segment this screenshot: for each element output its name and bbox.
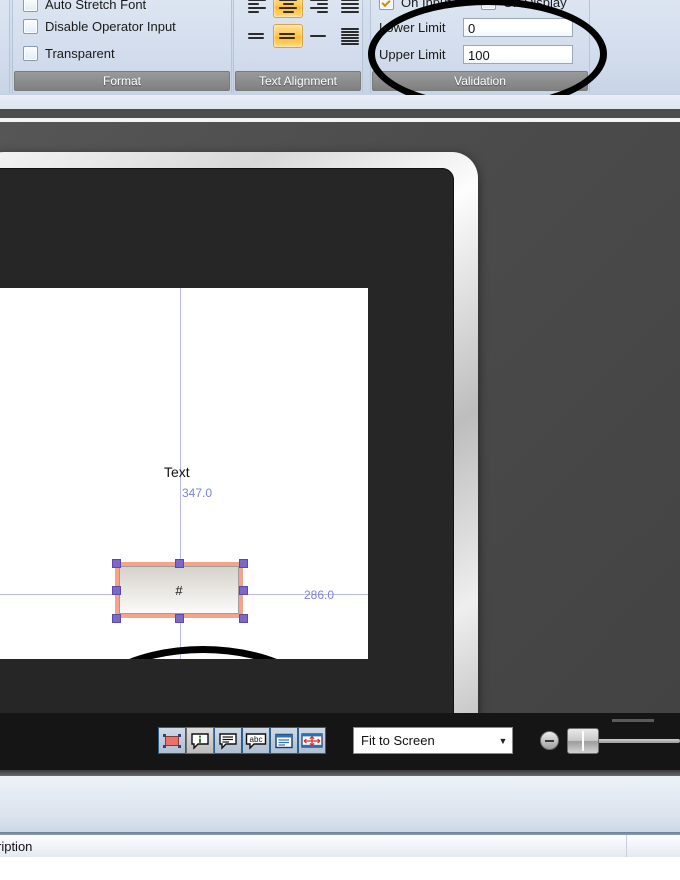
resize-handle-sw[interactable] (112, 614, 121, 623)
chevron-down-icon[interactable]: ▼ (494, 736, 512, 746)
show-screen-icon[interactable] (270, 727, 298, 754)
hmi-panel-device: Text 347.0 352.0 286.0 # (0, 152, 478, 713)
grid-column-header-description[interactable]: ription (0, 835, 627, 857)
zoom-slider-thumb[interactable] (567, 728, 599, 754)
on-input-checkbox-box[interactable] (379, 0, 394, 10)
ribbon-bottom-strip (0, 95, 680, 109)
screen-text-label[interactable]: Text (164, 464, 190, 480)
view-toggle-icon-group: abc (158, 727, 326, 754)
align-stretch-button[interactable] (335, 24, 365, 48)
align-right-icon (310, 0, 328, 13)
resize-handle-n[interactable] (175, 559, 184, 568)
annotation-ellipse-validation (368, 0, 607, 95)
screen-window-glyph (275, 733, 293, 748)
resize-handle-e[interactable] (239, 586, 248, 595)
zoom-level-value: Fit to Screen (361, 733, 435, 748)
checkbox-transparent[interactable]: Transparent (23, 42, 115, 64)
transparent-label: Transparent (45, 45, 115, 61)
disable-operator-input-checkbox-box[interactable] (23, 18, 38, 34)
ribbon-toolbar: Auto Stretch Font Disable Operator Input… (0, 0, 680, 95)
canvas-top-spacer (0, 109, 680, 118)
auto-stretch-font-label: Auto Stretch Font (45, 0, 147, 12)
checkbox-auto-stretch-font[interactable]: Auto Stretch Font (23, 0, 146, 15)
designer-canvas[interactable]: Text 347.0 352.0 286.0 # (0, 122, 680, 713)
show-object-frames-icon[interactable] (158, 727, 186, 754)
abc-balloon-glyph: abc (245, 732, 267, 750)
horizontal-alignment-row (242, 0, 365, 18)
alignment-arrows-glyph (301, 732, 323, 748)
zoom-level-select[interactable]: Fit to Screen ▼ (353, 727, 513, 754)
align-stretch-icon (341, 27, 359, 45)
zoom-slider-tick (612, 719, 654, 722)
text-alignment-group-title: Text Alignment (235, 71, 361, 91)
grid-column-header-label: ription (0, 838, 33, 854)
format-group-body: Auto Stretch Font Disable Operator Input… (13, 0, 231, 71)
align-top-button[interactable] (242, 24, 272, 48)
align-bottom-icon (310, 35, 328, 37)
auto-stretch-font-checkbox-box[interactable] (23, 0, 38, 12)
show-info-tooltips-icon[interactable] (186, 727, 214, 754)
object-frames-glyph (163, 733, 181, 748)
info-balloon-glyph (191, 732, 209, 750)
show-text-icon[interactable]: abc (242, 727, 270, 754)
dimension-top: 347.0 (182, 486, 213, 500)
hmi-screen[interactable]: Text 347.0 352.0 286.0 # (0, 288, 368, 659)
comment-balloon-glyph (219, 732, 237, 750)
zoom-out-button[interactable] (540, 731, 559, 750)
bottom-panel-area (0, 776, 680, 832)
align-middle-button[interactable] (273, 24, 303, 48)
align-right-button[interactable] (304, 0, 334, 18)
transparent-checkbox-box[interactable] (23, 45, 38, 61)
ribbon-group-text-alignment: Text Alignment (233, 0, 363, 93)
hmi-panel-bezel: Text 347.0 352.0 286.0 # (0, 168, 454, 713)
show-alignment-guides-icon[interactable] (298, 727, 326, 754)
annotation-ellipse-object (70, 646, 336, 659)
disable-operator-input-label: Disable Operator Input (45, 18, 176, 34)
resize-handle-s[interactable] (175, 614, 184, 623)
resize-handle-w[interactable] (112, 586, 121, 595)
align-justify-icon (341, 0, 359, 13)
checkbox-disable-operator-input[interactable]: Disable Operator Input (23, 15, 176, 37)
align-top-icon (248, 33, 266, 39)
text-alignment-group-body (234, 0, 362, 71)
align-bottom-button[interactable] (304, 24, 334, 48)
dimension-right: 286.0 (304, 588, 335, 602)
align-center-icon (279, 0, 297, 13)
resize-handle-ne[interactable] (239, 559, 248, 568)
align-justify-button[interactable] (335, 0, 365, 18)
format-group-title: Format (14, 71, 230, 91)
ribbon-group-format: Auto Stretch Font Disable Operator Input… (12, 0, 232, 93)
bottom-grid-header: ription (0, 835, 680, 858)
resize-handle-nw[interactable] (112, 559, 121, 568)
selected-numeric-object[interactable]: # (112, 559, 248, 623)
resize-handle-se[interactable] (239, 614, 248, 623)
svg-text:abc: abc (250, 735, 263, 744)
align-left-button[interactable] (242, 0, 272, 18)
align-left-icon (248, 0, 266, 13)
align-center-button[interactable] (273, 0, 303, 18)
align-middle-icon (279, 33, 297, 39)
show-comments-icon[interactable] (214, 727, 242, 754)
ribbon-group-partial-left (0, 0, 10, 93)
bottom-grid-body[interactable] (0, 857, 680, 880)
numeric-object-face[interactable]: # (119, 566, 239, 614)
vertical-alignment-row (242, 24, 365, 48)
